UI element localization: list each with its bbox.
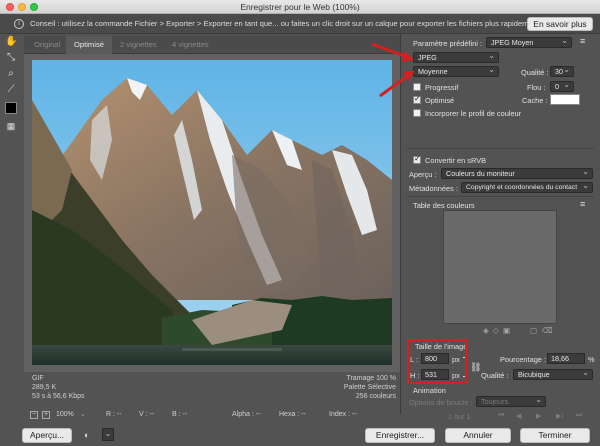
hex-value: Hexa : -- — [279, 411, 306, 418]
close-window-button[interactable] — [6, 3, 14, 11]
optimized-file-info: GIF 289,5 K 53 s à 56,6 Kbps — [32, 374, 85, 401]
dither-text: Tramage 100 % — [346, 375, 396, 382]
animation-label: Animation — [413, 386, 446, 395]
convert-srgb-label: Convertir en sRVB — [425, 156, 487, 165]
eyedropper-tool-icon[interactable]: ⟋ — [5, 84, 17, 96]
eyedropper-color-swatch[interactable] — [5, 102, 17, 114]
info-icon: i — [14, 19, 24, 29]
preview-canvas[interactable] — [24, 54, 400, 372]
filesize-text: 289,5 K — [32, 384, 57, 391]
hand-tool-icon[interactable]: ✋ — [5, 36, 17, 48]
save-for-web-window: Enregistrer pour le Web (100%) i Conseil… — [0, 0, 600, 446]
percent-unit: % — [588, 355, 595, 364]
zoom-out-button[interactable]: − — [30, 411, 38, 419]
convert-srgb-checkbox[interactable] — [413, 154, 421, 164]
quality-input[interactable]: 30 — [550, 65, 574, 77]
new-color-icon[interactable]: ▢ — [530, 326, 537, 335]
format-text: GIF — [32, 375, 44, 382]
progressive-label: Progressif — [425, 83, 459, 92]
embed-profile-label: Incorporer le profil de couleur — [425, 109, 522, 118]
toggle-slices-icon[interactable]: ▦ — [5, 120, 17, 132]
download-time-text: 53 s à 56,6 Kbps — [32, 393, 85, 400]
map-color-icon[interactable]: ◈ — [483, 326, 489, 335]
quality-label: Qualité : — [521, 68, 549, 77]
preset-label: Paramètre prédéfini : — [413, 39, 483, 48]
alpha-value: Alpha : -- — [232, 411, 261, 418]
learn-more-button[interactable]: En savoir plus — [527, 17, 593, 31]
matte-label: Cache : — [522, 96, 548, 105]
resample-quality-select[interactable]: Bicubique — [513, 368, 593, 380]
compression-quality-select[interactable]: Moyenne — [413, 65, 499, 77]
window-title: Enregistrer pour le Web (100%) — [240, 2, 360, 12]
percent-input[interactable]: 18,66 — [547, 353, 585, 364]
preview-color-select[interactable]: Couleurs du moniteur — [441, 167, 593, 179]
index-value: Index : -- — [329, 411, 357, 418]
view-tabs: Original Optimisé 2 vignettes 4 vignette… — [24, 36, 400, 54]
tab-original[interactable]: Original — [26, 36, 68, 54]
metadata-label: Métadonnées : — [409, 184, 458, 193]
preview-label: Aperçu : — [409, 170, 437, 179]
zoom-window-button[interactable] — [30, 3, 38, 11]
prev-frame-icon[interactable]: ◀ — [516, 412, 521, 420]
annotation-arrows — [371, 42, 415, 98]
preset-select[interactable]: JPEG Moyen — [486, 36, 572, 48]
constrain-proportions-icon[interactable]: ⛓ — [470, 362, 481, 373]
percent-label: Pourcentage : — [500, 355, 547, 364]
green-value: V : -- — [139, 411, 155, 418]
bottom-bar: Aperçu... ◐ ⌄ Enregistrer... Annuler Ter… — [0, 424, 600, 446]
tab-4-up[interactable]: 4 vignettes — [164, 36, 217, 54]
preview-in-browser-button[interactable]: Aperçu... — [22, 428, 72, 443]
tab-2-up[interactable]: 2 vignettes — [112, 36, 165, 54]
browser-icon[interactable]: ◐ — [84, 430, 89, 440]
color-table-menu-icon[interactable]: ≡ — [580, 199, 585, 209]
palette-text: Palette Sélective — [343, 384, 396, 391]
zoom-in-button[interactable]: + — [42, 411, 50, 419]
resample-quality-label: Qualité : — [481, 371, 509, 380]
tip-bar: i Conseil : utilisez la commande Fichier… — [0, 14, 600, 34]
file-format-select[interactable]: JPEG — [413, 51, 499, 63]
metadata-select[interactable]: Copyright et coordonnées du contact — [461, 181, 593, 193]
frame-counter: 1 sur 1 — [448, 412, 471, 421]
optimization-info: Tramage 100 % Palette Sélective 256 coul… — [300, 374, 396, 401]
play-icon[interactable]: ▶ — [536, 412, 541, 420]
first-frame-icon[interactable]: ⏮ — [498, 412, 504, 420]
tip-message: Conseil : utilisez la commande Fichier >… — [30, 19, 542, 28]
blur-input[interactable]: 0 — [550, 80, 574, 92]
delete-color-icon[interactable]: ⌫ — [542, 326, 552, 335]
next-frame-icon[interactable]: ▶| — [556, 412, 563, 420]
status-bar: − + 100% ⌄ R : -- V : -- B : -- Alpha : … — [24, 408, 400, 422]
optimized-label: Optimisé — [425, 96, 455, 105]
tab-optimized[interactable]: Optimisé — [66, 36, 112, 54]
tools-panel: ✋ ⤡ ⌕ ⟋ ▦ — [0, 34, 22, 409]
red-value: R : -- — [106, 411, 122, 418]
title-bar: Enregistrer pour le Web (100%) — [0, 0, 600, 14]
lock-color-icon[interactable]: ▣ — [503, 326, 510, 335]
colors-count-text: 256 couleurs — [355, 393, 396, 400]
browser-chevron-icon[interactable]: ⌄ — [102, 428, 114, 441]
done-button[interactable]: Terminer — [520, 428, 590, 443]
image-size-highlight — [407, 339, 467, 384]
zoom-level[interactable]: 100% — [56, 408, 74, 422]
loop-options-select[interactable]: Toujours — [476, 395, 546, 407]
web-snap-icon[interactable]: ◇ — [493, 326, 499, 335]
embed-profile-checkbox[interactable] — [413, 109, 421, 117]
blue-value: B : -- — [172, 411, 188, 418]
mountain-photo — [32, 60, 392, 365]
zoom-tool-icon[interactable]: ⌕ — [5, 68, 17, 80]
save-button[interactable]: Enregistrer... — [365, 428, 435, 443]
loop-options-label: Options de boucle : — [409, 398, 473, 407]
panel-menu-icon[interactable]: ≡ — [580, 36, 585, 46]
last-frame-icon[interactable]: ⏭ — [576, 412, 582, 420]
color-table-label: Table des couleurs — [413, 201, 475, 210]
slice-select-tool-icon[interactable]: ⤡ — [5, 52, 17, 64]
blur-label: Flou : — [527, 83, 546, 92]
matte-color-swatch[interactable] — [550, 94, 580, 105]
cancel-button[interactable]: Annuler — [445, 428, 511, 443]
minimize-window-button[interactable] — [18, 3, 26, 11]
zoom-chevron-icon[interactable]: ⌄ — [80, 408, 86, 422]
color-table-grid[interactable] — [443, 210, 557, 324]
